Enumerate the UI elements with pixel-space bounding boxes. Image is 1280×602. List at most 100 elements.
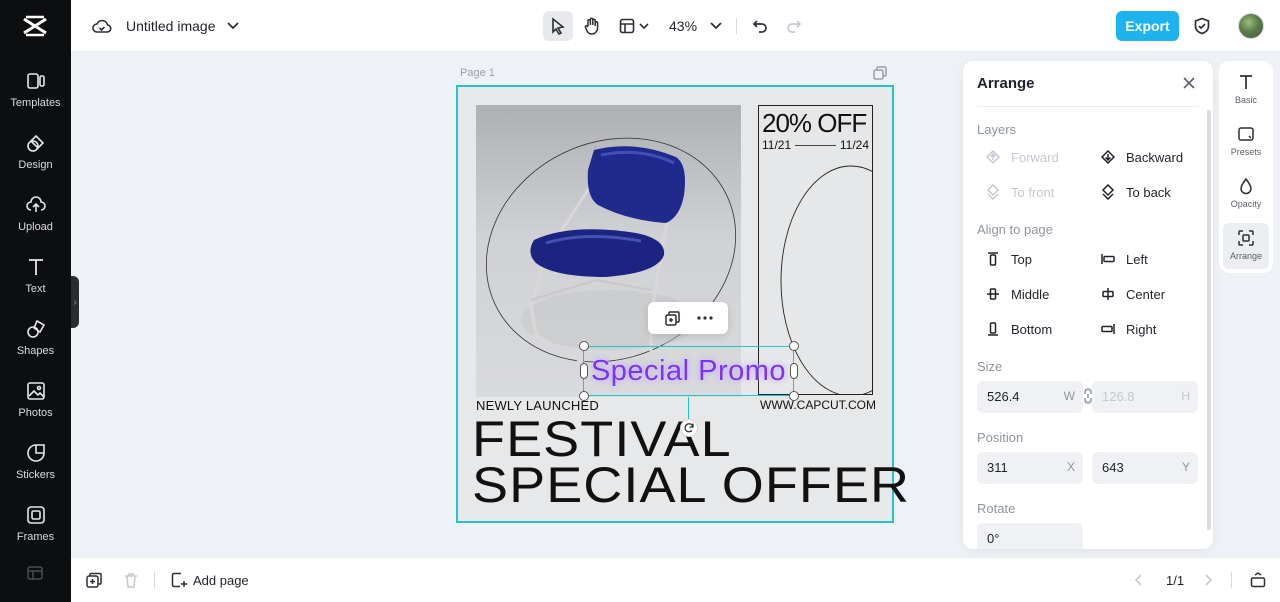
bottom-divider (154, 572, 155, 588)
zoom-chevron-down-icon[interactable] (704, 14, 728, 38)
align-bottom-button[interactable]: Bottom (985, 318, 1052, 340)
align-center-button[interactable]: Center (1100, 283, 1165, 305)
rail-item-photos[interactable]: Photos (0, 378, 71, 434)
duplicate-icon (664, 310, 680, 326)
more-tools-icon[interactable] (27, 566, 43, 580)
offer-dates[interactable]: 11/21 11/24 (762, 138, 869, 152)
rail-item-text[interactable]: Text (0, 254, 71, 310)
design-icon (26, 134, 44, 152)
duplicate-element-button[interactable] (664, 310, 680, 326)
offer-headline[interactable]: 20% OFF (762, 108, 867, 139)
align-left-icon (1101, 254, 1115, 264)
undo-button[interactable] (748, 14, 772, 38)
date-separator-line (795, 144, 836, 146)
website-text[interactable]: WWW.CAPCUT.COM (760, 398, 876, 412)
resize-handle-bottom-left[interactable] (579, 391, 589, 401)
panel-title: Arrange (977, 75, 1035, 92)
align-top-button[interactable]: Top (985, 248, 1032, 270)
select-tool-button[interactable] (543, 11, 573, 41)
shield-icon (1194, 17, 1210, 35)
hand-tool-button[interactable] (580, 14, 604, 38)
stickers-icon (26, 444, 45, 462)
aspect-lock-icon[interactable] (1083, 388, 1093, 404)
rail-item-frames[interactable]: Frames (0, 502, 71, 558)
position-section-label: Position (977, 430, 1024, 445)
rail-item-upload[interactable]: Upload (0, 192, 71, 248)
shield-button[interactable] (1190, 14, 1214, 38)
title-chevron-down-icon[interactable] (221, 14, 245, 38)
align-center-icon (1102, 288, 1114, 300)
rail-item-stickers[interactable]: Stickers (0, 440, 71, 496)
rotate-field[interactable]: 0° (977, 523, 1083, 549)
resize-handle-top-left[interactable] (579, 341, 589, 351)
arrange-icon (1238, 230, 1254, 246)
more-options-button[interactable] (697, 310, 713, 326)
capcut-logo-icon[interactable] (22, 15, 48, 37)
selected-text-box[interactable]: Special Promo (583, 346, 794, 396)
rail-item-design[interactable]: Design (0, 130, 71, 186)
rail-item-shapes[interactable]: Shapes (0, 316, 71, 372)
document-title[interactable]: Untitled image (126, 18, 216, 34)
cloud-sync-icon[interactable] (90, 14, 114, 38)
prev-page-icon[interactable] (1131, 572, 1147, 588)
rotate-handle[interactable] (680, 419, 698, 437)
user-avatar[interactable] (1238, 13, 1264, 39)
page-label: Page 1 (460, 67, 495, 79)
photos-icon (26, 382, 45, 400)
rail-item-templates[interactable]: Templates (0, 68, 71, 124)
templates-icon (26, 73, 45, 89)
panel-scrollbar[interactable] (1207, 110, 1211, 530)
collapse-panel-handle[interactable]: › (71, 276, 79, 328)
size-section-label: Size (977, 359, 1003, 374)
special-promo-text: Special Promo (590, 354, 787, 387)
tab-presets[interactable]: Presets (1223, 119, 1269, 165)
floating-toolbar (648, 302, 728, 334)
forward-icon (985, 149, 1001, 165)
bring-forward-button[interactable]: Forward (985, 146, 1059, 168)
layout-dropdown-button[interactable] (616, 14, 652, 38)
align-middle-icon (987, 288, 999, 300)
align-top-icon (988, 252, 998, 266)
height-field[interactable]: 126.8 H (1092, 381, 1198, 413)
align-left-button[interactable]: Left (1100, 248, 1148, 270)
resize-handle-left[interactable] (580, 363, 588, 379)
zoom-level[interactable]: 43% (669, 18, 697, 34)
frames-icon (26, 506, 45, 524)
tab-arrange[interactable]: Arrange (1223, 223, 1269, 269)
tab-basic[interactable]: Basic (1223, 67, 1269, 113)
send-to-back-button[interactable]: To back (1100, 181, 1171, 203)
pages-panel-icon[interactable] (1250, 572, 1266, 588)
layout-icon (619, 18, 635, 34)
align-middle-button[interactable]: Middle (985, 283, 1049, 305)
bottom-divider-right (1231, 572, 1232, 588)
resize-handle-top-right[interactable] (789, 341, 799, 351)
rotate-section-label: Rotate (977, 501, 1016, 516)
bring-to-front-button[interactable]: To front (985, 181, 1054, 203)
add-page-button[interactable]: Add page (171, 570, 249, 590)
date-start: 11/21 (762, 138, 792, 152)
position-x-field[interactable]: 311 X (977, 452, 1083, 484)
backward-icon (1100, 149, 1116, 165)
resize-handle-right[interactable] (790, 363, 798, 379)
resize-handle-bottom-right[interactable] (789, 391, 799, 401)
position-y-field[interactable]: 643 Y (1092, 452, 1198, 484)
to-front-icon (986, 184, 1000, 200)
send-backward-button[interactable]: Backward (1100, 146, 1183, 168)
align-section-label: Align to page (977, 222, 1053, 237)
arrange-panel: Arrange Layers Forward Backward To front… (963, 61, 1213, 549)
tab-opacity[interactable]: Opacity (1223, 171, 1269, 217)
duplicate-page-button-icon[interactable] (86, 572, 102, 588)
width-field[interactable]: 526.4 W (977, 381, 1083, 413)
toolbar-divider (736, 18, 737, 34)
duplicate-page-icon[interactable] (873, 66, 887, 80)
opacity-drop-icon (1240, 177, 1252, 195)
align-bottom-icon (988, 322, 998, 336)
close-icon[interactable] (1181, 75, 1197, 91)
undo-icon (752, 20, 767, 33)
export-button[interactable]: Export (1116, 11, 1179, 41)
next-page-icon[interactable] (1200, 572, 1216, 588)
layers-section-label: Layers (977, 122, 1017, 137)
align-right-button[interactable]: Right (1100, 318, 1156, 340)
delete-page-icon[interactable] (123, 572, 139, 588)
redo-button[interactable] (782, 14, 806, 38)
